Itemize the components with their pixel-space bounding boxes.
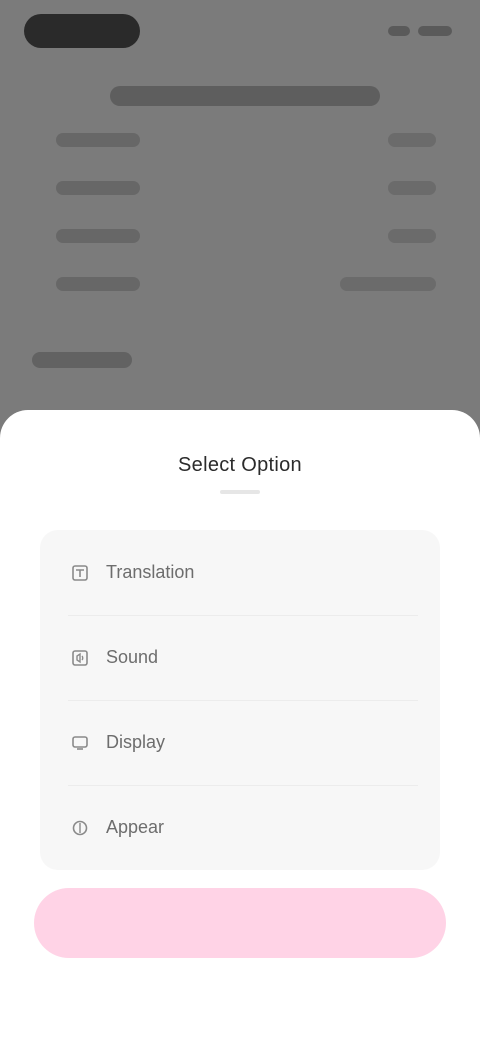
bottom-sheet: Select Option Translation Sound Display [0,410,480,1040]
background-subheading-placeholder [32,352,132,368]
option-translation[interactable]: Translation [40,530,440,615]
signal-icon [388,26,410,36]
option-label: Sound [106,647,159,667]
background-row [56,166,436,210]
background-row-label [56,133,140,147]
options-list: Translation Sound Display Appear [40,530,440,870]
confirm-button[interactable] [34,888,446,958]
background-row [56,262,436,306]
option-label: Translation [106,562,195,582]
background-row [56,118,436,162]
sheet-title: Select Option [178,454,302,476]
background-title-placeholder [110,86,380,106]
status-pill [24,14,140,48]
background-row-label [56,229,140,243]
background-row-value [388,229,436,243]
option-appear[interactable]: Appear [40,785,440,870]
status-icons [388,22,452,40]
translate-icon [70,563,90,583]
sound-icon [70,648,90,668]
option-label: Display [106,732,166,752]
option-sound[interactable]: Sound [40,615,440,700]
background-row-label [56,277,140,291]
option-display[interactable]: Display [40,700,440,785]
option-label: Appear [106,817,165,837]
battery-icon [418,26,452,36]
appear-icon [70,818,90,838]
background-row-value [388,181,436,195]
sheet-handle[interactable] [220,490,260,494]
background-row-value [340,277,436,291]
background-row [56,214,436,258]
background-row-value [388,133,436,147]
background-row-label [56,181,140,195]
display-icon [70,733,90,753]
